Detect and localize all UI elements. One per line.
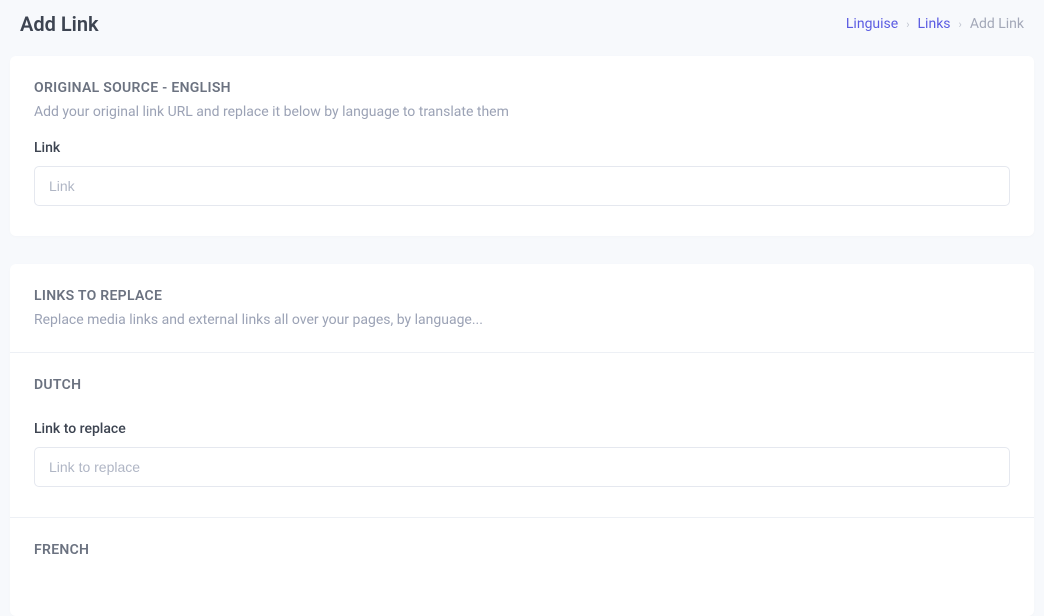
replace-header: LINKS TO REPLACE Replace media links and… xyxy=(10,264,1034,352)
language-section-dutch: DUTCH Link to replace xyxy=(10,352,1034,517)
content: ORIGINAL SOURCE - ENGLISH Add your origi… xyxy=(0,56,1044,616)
breadcrumb-linguise[interactable]: Linguise xyxy=(846,16,898,32)
original-source-section: ORIGINAL SOURCE - ENGLISH Add your origi… xyxy=(10,56,1034,236)
section-description: Add your original link URL and replace i… xyxy=(34,104,1010,120)
section-title: ORIGINAL SOURCE - ENGLISH xyxy=(34,80,1010,96)
chevron-right-icon: › xyxy=(906,18,909,31)
original-link-input[interactable] xyxy=(34,166,1010,206)
language-title: DUTCH xyxy=(34,377,1010,393)
page-title: Add Link xyxy=(20,12,99,36)
chevron-right-icon: › xyxy=(959,18,962,31)
breadcrumb-current: Add Link xyxy=(970,16,1024,32)
language-section-french: FRENCH xyxy=(10,517,1034,616)
section-title: LINKS TO REPLACE xyxy=(34,288,1010,304)
dutch-link-input[interactable] xyxy=(34,447,1010,487)
link-replace-label: Link to replace xyxy=(34,421,1010,437)
page-header: Add Link Linguise › Links › Add Link xyxy=(0,0,1044,56)
breadcrumb-links[interactable]: Links xyxy=(918,16,951,32)
original-source-card: ORIGINAL SOURCE - ENGLISH Add your origi… xyxy=(10,56,1034,236)
link-label: Link xyxy=(34,140,1010,156)
links-to-replace-card: LINKS TO REPLACE Replace media links and… xyxy=(10,264,1034,616)
language-title: FRENCH xyxy=(34,542,1010,558)
breadcrumb: Linguise › Links › Add Link xyxy=(846,16,1024,32)
section-description: Replace media links and external links a… xyxy=(34,312,1010,328)
